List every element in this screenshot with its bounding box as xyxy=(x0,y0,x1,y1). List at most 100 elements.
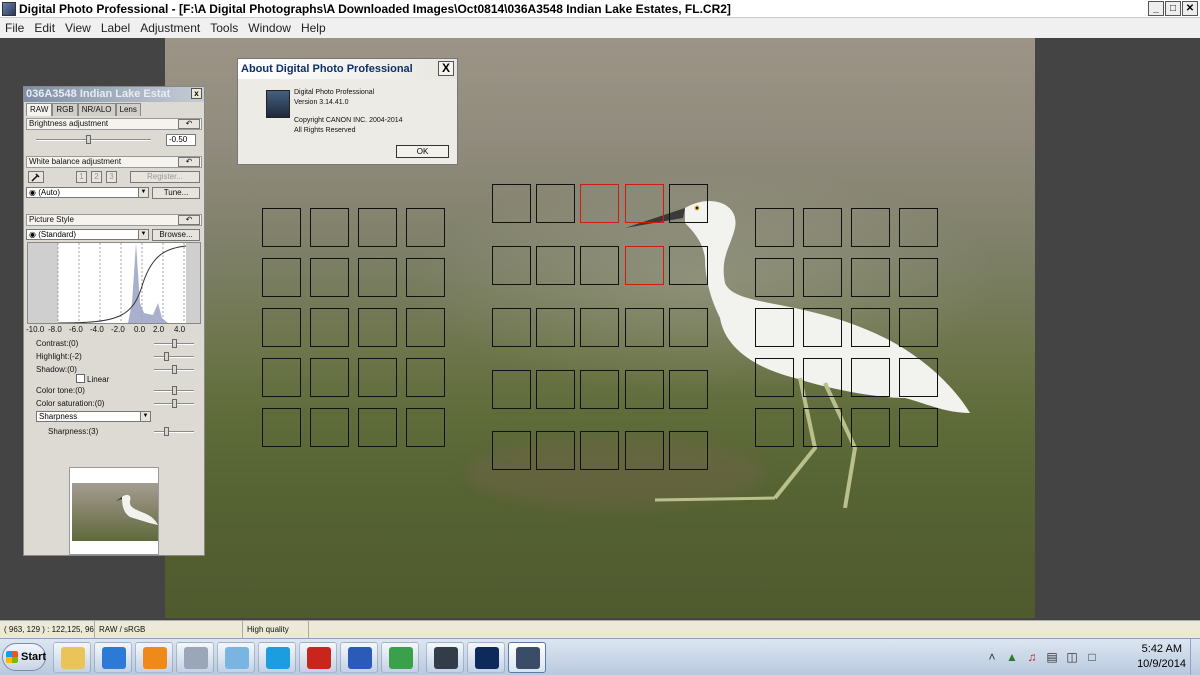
color-saturation-slider-thumb[interactable] xyxy=(172,399,177,408)
af-point xyxy=(310,408,349,447)
about-dialog-title-bar[interactable]: About Digital Photo Professional X xyxy=(238,59,457,79)
white-balance-reset-button[interactable]: ↶ xyxy=(178,157,200,167)
sharpness-mode-dropdown[interactable]: Sharpness ▼ xyxy=(36,411,151,422)
af-point xyxy=(580,370,619,409)
af-point xyxy=(580,308,619,347)
windows-logo-icon xyxy=(6,651,18,663)
af-point xyxy=(803,358,842,397)
taskbar-app-button[interactable] xyxy=(53,642,91,673)
eyedropper-button[interactable] xyxy=(28,171,44,183)
brightness-slider-thumb[interactable] xyxy=(85,135,91,144)
tray-expand-icon[interactable]: ˄ xyxy=(986,650,998,664)
clock-date[interactable]: 10/9/2014 xyxy=(1137,658,1186,670)
contrast-slider-thumb[interactable] xyxy=(172,339,177,348)
white-balance-dropdown[interactable]: ◉ (Auto) ▼ xyxy=(26,187,149,198)
af-point xyxy=(580,431,619,470)
taskbar-app-button[interactable] xyxy=(217,642,255,673)
color-tone-slider-thumb[interactable] xyxy=(172,386,177,395)
taskbar-app-button[interactable] xyxy=(135,642,173,673)
taskbar-app-button[interactable] xyxy=(340,642,378,673)
wb-tune-button[interactable]: Tune... xyxy=(152,187,200,199)
af-point xyxy=(492,246,531,285)
sharpness-slider[interactable] xyxy=(154,431,194,433)
taskbar-app-button[interactable] xyxy=(258,642,296,673)
menu-label[interactable]: Label xyxy=(96,21,135,35)
windows-taskbar: Start ˄ ▲ ♫ ▤ ◫ □ 5:42 AM 10/9/2014 xyxy=(0,638,1200,675)
menu-tools[interactable]: Tools xyxy=(205,21,243,35)
thumbnail-image xyxy=(72,483,158,541)
taskbar-app-button[interactable] xyxy=(426,642,464,673)
tab-rgb[interactable]: RGB xyxy=(52,103,78,116)
brightness-reset-button[interactable]: ↶ xyxy=(178,119,200,129)
highlight-slider[interactable] xyxy=(154,356,194,358)
taskbar-app-button[interactable] xyxy=(381,642,419,673)
palette-title-bar[interactable]: 036A3548 Indian Lake Estat x xyxy=(24,87,204,102)
wb-custom-1-button[interactable]: 1 xyxy=(76,171,87,183)
close-button[interactable]: ✕ xyxy=(1182,1,1198,16)
tab-nr-alo[interactable]: NR/ALO xyxy=(77,103,116,116)
taskbar-app-button[interactable] xyxy=(508,642,546,673)
shadow-slider-thumb[interactable] xyxy=(172,365,177,374)
navigator-thumbnail[interactable] xyxy=(69,467,159,555)
taskbar-app-button[interactable] xyxy=(94,642,132,673)
show-desktop-button[interactable] xyxy=(1190,639,1200,675)
about-version: Version 3.14.41.0 xyxy=(294,99,349,106)
af-point xyxy=(899,308,938,347)
af-point xyxy=(755,408,794,447)
af-point-active xyxy=(580,184,619,223)
af-point xyxy=(262,358,301,397)
title-bar: Digital Photo Professional - [F:\A Digit… xyxy=(0,0,1200,18)
picture-style-reset-button[interactable]: ↶ xyxy=(178,215,200,225)
menu-adjustment[interactable]: Adjustment xyxy=(135,21,205,35)
brightness-value-field[interactable]: -0.50 xyxy=(166,134,196,146)
highlight-slider-thumb[interactable] xyxy=(164,352,169,361)
maximize-button[interactable]: □ xyxy=(1165,1,1181,16)
axis-label: 2.0 xyxy=(153,325,165,334)
af-point xyxy=(492,184,531,223)
sharpness-slider-thumb[interactable] xyxy=(164,427,169,436)
chevron-down-icon: ▼ xyxy=(138,230,148,239)
tone-curve-histogram[interactable] xyxy=(27,242,201,324)
internet-explorer-icon xyxy=(102,647,126,669)
af-point-active xyxy=(625,184,664,223)
minimize-button[interactable]: _ xyxy=(1148,1,1164,16)
menu-help[interactable]: Help xyxy=(296,21,331,35)
taskbar-app-button[interactable] xyxy=(299,642,337,673)
status-pixel-info: ( 963, 129 ) : 122,125, 96 xyxy=(0,621,95,638)
taskbar-app-button[interactable] xyxy=(467,642,505,673)
clock-time[interactable]: 5:42 AM xyxy=(1142,643,1182,655)
taskbar-app-button[interactable] xyxy=(176,642,214,673)
af-point xyxy=(536,370,575,409)
menu-view[interactable]: View xyxy=(60,21,96,35)
about-close-button[interactable]: X xyxy=(438,61,454,76)
menu-edit[interactable]: Edit xyxy=(29,21,60,35)
af-point xyxy=(310,308,349,347)
tab-lens[interactable]: Lens xyxy=(115,103,141,116)
af-point xyxy=(625,370,664,409)
shadow-label: Shadow:(0) xyxy=(36,365,77,374)
network-tray-icon[interactable]: ▲ xyxy=(1006,650,1018,664)
wb-custom-3-button[interactable]: 3 xyxy=(106,171,117,183)
af-point xyxy=(669,184,708,223)
palette-close-button[interactable]: x xyxy=(191,88,202,99)
about-ok-button[interactable]: OK xyxy=(396,145,449,158)
af-point xyxy=(899,208,938,247)
af-point xyxy=(262,258,301,297)
af-point xyxy=(358,208,397,247)
signal-icon[interactable]: ▤ xyxy=(1046,650,1058,664)
linear-checkbox[interactable] xyxy=(76,374,85,383)
af-point xyxy=(536,308,575,347)
white-balance-section-header: White balance adjustment ↶ xyxy=(26,156,202,168)
wb-custom-2-button[interactable]: 2 xyxy=(91,171,102,183)
usb-icon[interactable]: □ xyxy=(1086,650,1098,664)
tab-raw[interactable]: RAW xyxy=(26,103,53,116)
start-button[interactable]: Start xyxy=(2,643,46,671)
volume-icon[interactable]: ♫ xyxy=(1026,650,1038,664)
brightness-slider[interactable] xyxy=(36,139,151,141)
picture-style-dropdown[interactable]: ◉ (Standard) ▼ xyxy=(26,229,149,240)
menu-file[interactable]: File xyxy=(0,21,29,35)
power-icon[interactable]: ◫ xyxy=(1066,650,1078,664)
picture-style-browse-button[interactable]: Browse... xyxy=(152,229,200,241)
menu-window[interactable]: Window xyxy=(243,21,296,35)
wb-register-button[interactable]: Register... xyxy=(130,171,200,183)
